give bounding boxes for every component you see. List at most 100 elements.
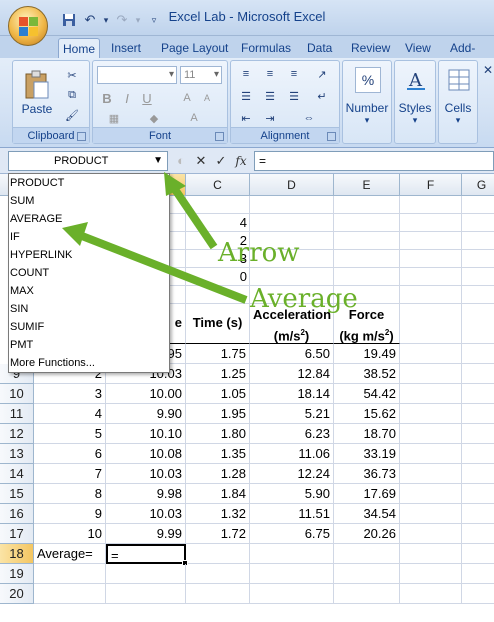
table-cell[interactable]: 6.23: [250, 424, 334, 444]
merge-center-icon[interactable]: ⇔: [289, 109, 329, 127]
cell[interactable]: [250, 584, 334, 604]
table-cell[interactable]: 15.62: [334, 404, 400, 424]
cell[interactable]: [250, 214, 334, 232]
cells-group[interactable]: Cells ▾: [438, 60, 478, 144]
row-header[interactable]: 19: [0, 564, 34, 584]
cell[interactable]: [462, 196, 494, 214]
cell[interactable]: [462, 584, 494, 604]
table-cell[interactable]: 1.84: [186, 484, 250, 504]
cell[interactable]: [334, 564, 400, 584]
table-cell[interactable]: 11.51: [250, 504, 334, 524]
row-header[interactable]: 15: [0, 484, 34, 504]
tab-data[interactable]: Data: [303, 38, 336, 58]
name-box-dropdown-icon[interactable]: ▼: [153, 152, 163, 170]
table-cell[interactable]: 9: [34, 504, 106, 524]
cell[interactable]: [462, 304, 494, 344]
cell[interactable]: [186, 564, 250, 584]
function-item[interactable]: SIN: [9, 300, 169, 318]
average-label-cell[interactable]: Average=: [34, 544, 106, 564]
cell[interactable]: [250, 544, 334, 564]
cell[interactable]: [400, 214, 462, 232]
cell[interactable]: [462, 250, 494, 268]
table-cell[interactable]: 7: [34, 464, 106, 484]
row-header[interactable]: 12: [0, 424, 34, 444]
cut-icon[interactable]: ✂: [63, 67, 81, 83]
row-header[interactable]: 20: [0, 584, 34, 604]
cell[interactable]: [334, 232, 400, 250]
table-cell[interactable]: 17.69: [334, 484, 400, 504]
underline-button[interactable]: U: [139, 89, 155, 107]
cell[interactable]: [186, 584, 250, 604]
align-bottom-icon[interactable]: ≡: [283, 65, 305, 83]
cell[interactable]: [186, 196, 250, 214]
table-cell[interactable]: 20.26: [334, 524, 400, 544]
table-cell[interactable]: 34.54: [334, 504, 400, 524]
align-top-icon[interactable]: ≡: [235, 65, 257, 83]
table-cell[interactable]: 12.24: [250, 464, 334, 484]
clipboard-launcher-icon[interactable]: [77, 132, 86, 141]
row-header[interactable]: 13: [0, 444, 34, 464]
cell[interactable]: [400, 504, 462, 524]
column-header-e[interactable]: E: [334, 174, 400, 196]
table-cell[interactable]: 10: [34, 524, 106, 544]
cell[interactable]: [400, 404, 462, 424]
cell[interactable]: [106, 584, 186, 604]
cell[interactable]: [400, 384, 462, 404]
cell[interactable]: [400, 584, 462, 604]
table-cell[interactable]: 33.19: [334, 444, 400, 464]
table-cell[interactable]: 5: [34, 424, 106, 444]
cell[interactable]: [186, 544, 250, 564]
row-header-18[interactable]: 18: [0, 544, 34, 564]
table-cell[interactable]: 1.72: [186, 524, 250, 544]
table-cell[interactable]: 1.95: [186, 404, 250, 424]
cell[interactable]: [250, 196, 334, 214]
wrap-text-icon[interactable]: ↵: [311, 87, 333, 105]
cell[interactable]: [400, 484, 462, 504]
cell[interactable]: [400, 344, 462, 364]
function-item[interactable]: PRODUCT: [9, 174, 169, 192]
cancel-icon[interactable]: ✕: [192, 152, 210, 170]
column-header-f[interactable]: F: [400, 174, 462, 196]
table-cell[interactable]: 9.99: [106, 524, 186, 544]
formula-input[interactable]: =: [254, 151, 494, 171]
cell[interactable]: [462, 232, 494, 250]
styles-group[interactable]: A Styles ▾: [394, 60, 436, 144]
row-header[interactable]: 11: [0, 404, 34, 424]
bold-button[interactable]: B: [99, 89, 115, 107]
function-item[interactable]: SUM: [9, 192, 169, 210]
function-item[interactable]: HYPERLINK: [9, 246, 169, 264]
cell[interactable]: [462, 268, 494, 286]
table-cell[interactable]: 18.14: [250, 384, 334, 404]
function-item[interactable]: SUMIF: [9, 318, 169, 336]
table-cell[interactable]: 10.10: [106, 424, 186, 444]
table-cell[interactable]: 10.03: [106, 504, 186, 524]
insert-function-icon[interactable]: fx: [232, 152, 250, 170]
enter-icon[interactable]: ✓: [212, 152, 230, 170]
function-dropdown[interactable]: PRODUCT SUM AVERAGE IF HYPERLINK COUNT MAX SIN S…: [8, 173, 170, 373]
table-cell[interactable]: 12.84: [250, 364, 334, 384]
table-cell[interactable]: 18.70: [334, 424, 400, 444]
cell[interactable]: [462, 404, 494, 424]
cell-r8-d[interactable]: 6.50: [250, 344, 334, 364]
column-header-c[interactable]: C: [186, 174, 250, 196]
cell[interactable]: [334, 214, 400, 232]
cell[interactable]: [462, 464, 494, 484]
cell[interactable]: [400, 444, 462, 464]
tab-page-layout[interactable]: Page Layout: [157, 38, 232, 58]
function-item[interactable]: More Functions...: [9, 354, 169, 372]
function-item[interactable]: AVERAGE: [9, 210, 169, 228]
office-button[interactable]: [8, 6, 48, 46]
cell[interactable]: [462, 214, 494, 232]
align-middle-icon[interactable]: ≡: [259, 65, 281, 83]
cell[interactable]: [334, 584, 400, 604]
cell[interactable]: [334, 544, 400, 564]
active-cell-b18[interactable]: =: [106, 544, 186, 564]
font-launcher-icon[interactable]: [215, 132, 224, 141]
table-cell[interactable]: 1.28: [186, 464, 250, 484]
row-header[interactable]: 16: [0, 504, 34, 524]
cell[interactable]: [462, 544, 494, 564]
table-cell[interactable]: 1.32: [186, 504, 250, 524]
table-cell[interactable]: 1.25: [186, 364, 250, 384]
shrink-font-icon[interactable]: A: [199, 89, 215, 107]
cell[interactable]: [462, 424, 494, 444]
